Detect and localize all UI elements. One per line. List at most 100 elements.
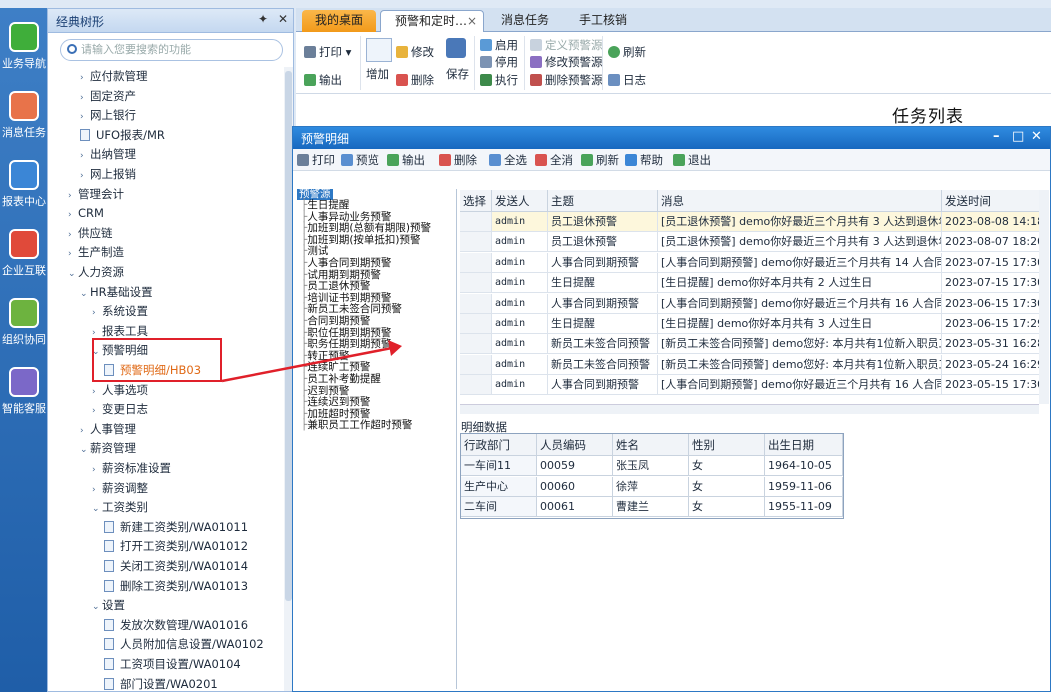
save-button[interactable]: 保存 (446, 66, 469, 82)
tree-item[interactable]: 打开工资类别/WA01012 (104, 537, 248, 555)
tree-item[interactable]: › 人事选项 (92, 381, 148, 399)
tree-item[interactable]: › 生产制造 (68, 243, 124, 261)
grid-cell[interactable] (460, 293, 492, 314)
pin-icon[interactable]: ✦ (258, 12, 268, 26)
grid-header-cell[interactable]: 消息 (658, 190, 942, 212)
warning-source-item[interactable]: ├新员工未签合同预警 (301, 304, 402, 315)
grid-cell[interactable] (460, 232, 492, 253)
dialog-tool-button[interactable]: 全消 (535, 152, 573, 168)
tree-item[interactable]: › 网上报销 (80, 165, 136, 183)
warning-source-item[interactable]: ├职务任期到期预警 (301, 339, 391, 350)
grid-cell[interactable] (460, 314, 492, 334)
dialog-tool-button[interactable]: 预览 (341, 152, 379, 168)
warning-source-item[interactable]: ├人事异动业务预警 (301, 211, 391, 223)
disable-button[interactable]: 停用 (480, 54, 518, 70)
warning-source-item[interactable]: ├加班到期(总额有期限)预警 (301, 223, 431, 234)
modify-source-button[interactable]: 修改预警源 (530, 54, 603, 70)
tree-item[interactable]: › 网上银行 (80, 106, 136, 124)
dialog-tool-button[interactable]: 全选 (489, 152, 527, 168)
export-button[interactable]: 输出 (304, 72, 342, 88)
grid-header-cell[interactable]: 选择 (460, 190, 492, 212)
dialog-tool-button[interactable]: 帮助 (625, 152, 663, 168)
tree-item[interactable]: › 出纳管理 (80, 145, 136, 163)
tree-scroll-thumb[interactable] (285, 71, 292, 601)
tree-item[interactable]: 新建工资类别/WA01011 (104, 518, 248, 536)
grid-cell[interactable] (460, 354, 492, 375)
grid-cell[interactable] (460, 273, 492, 294)
warning-source-item[interactable]: ├试用期到期预警 (301, 269, 381, 281)
log-button[interactable]: 日志 (608, 72, 646, 88)
add-button[interactable]: 增加 (366, 66, 389, 82)
tree-item[interactable]: › 系统设置 (92, 302, 148, 320)
dialog-tool-button[interactable]: 打印 (297, 152, 335, 168)
grid-cell[interactable] (460, 334, 492, 355)
grid-cell[interactable] (460, 252, 492, 273)
nav-button[interactable]: 消息任务 (0, 87, 47, 151)
grid-header-cell[interactable]: 发送时间 (942, 190, 1039, 212)
warning-source-item[interactable]: ├兼职员工工作超时预警 (301, 420, 412, 431)
save-icon[interactable] (446, 38, 466, 58)
tree-item[interactable]: › 变更日志 (92, 400, 148, 418)
tree-item[interactable]: UFO报表/MR (80, 126, 165, 144)
tree-item[interactable]: › 人事管理 (80, 420, 136, 438)
tree-item[interactable]: 部门设置/WA0201 (104, 675, 218, 692)
nav-button[interactable]: 企业互联 (0, 225, 47, 289)
warning-source-item[interactable]: ├测试 (301, 246, 328, 257)
close-icon[interactable]: ✕ (278, 12, 288, 26)
grid-cell[interactable] (460, 212, 492, 232)
tab-warning[interactable]: 预警和定时… × (380, 10, 484, 32)
warning-source-item[interactable]: ├迟到预警 (301, 385, 349, 397)
tree-item[interactable]: 删除工资类别/WA01013 (104, 577, 248, 595)
close-icon[interactable]: ✕ (1031, 129, 1042, 144)
tree-item[interactable]: 发放次数管理/WA01016 (104, 616, 248, 634)
dialog-tool-button[interactable]: 退出 (673, 152, 711, 168)
tree-item[interactable]: 人员附加信息设置/WA0102 (104, 635, 264, 653)
tab-my-desktop[interactable]: 我的桌面 (302, 10, 376, 32)
dialog-tool-button[interactable]: 删除 (439, 152, 477, 168)
tab-manual-writeoff[interactable]: 手工核销 (566, 10, 640, 32)
tree-item[interactable]: 工资项目设置/WA0104 (104, 655, 241, 673)
search-input[interactable]: 请输入您要搜索的功能 (60, 39, 283, 61)
edit-button[interactable]: 修改 (396, 44, 434, 60)
tree-item[interactable]: › CRM (68, 204, 104, 222)
nav-button[interactable]: 组织协同 (0, 294, 47, 358)
warning-source-item[interactable]: ├连续迟到预警 (301, 397, 370, 408)
nav-button[interactable]: 报表中心 (0, 156, 47, 220)
dialog-tool-button[interactable]: 输出 (387, 152, 425, 168)
grid-horizontal-scrollbar[interactable] (460, 404, 1039, 414)
tree-item[interactable]: › 应付款管理 (80, 67, 148, 85)
dialog-tool-button[interactable]: 刷新 (581, 152, 619, 168)
warning-source-item[interactable]: ├员工补考勤提醒 (301, 374, 381, 385)
tree-item[interactable]: › 固定资产 (80, 87, 136, 105)
delete-button[interactable]: 删除 (396, 72, 434, 88)
print-button[interactable]: 打印 ▾ (304, 44, 351, 60)
grid-header-cell[interactable]: 发送人 (492, 190, 548, 212)
refresh-button[interactable]: 刷新 (608, 44, 646, 60)
warning-source-item[interactable]: ├合同到期预警 (301, 316, 370, 327)
tree-item[interactable]: › 供应链 (68, 224, 113, 242)
grid-cell[interactable] (460, 375, 492, 396)
nav-button[interactable]: 业务导航 (0, 18, 47, 82)
add-icon[interactable] (366, 38, 392, 62)
tree-item[interactable]: › 薪资调整 (92, 479, 148, 497)
tab-close-icon[interactable]: × (467, 11, 477, 32)
delete-source-button[interactable]: 删除预警源 (530, 72, 603, 88)
tree-item[interactable]: › 管理会计 (68, 185, 124, 203)
tree-item[interactable]: ⌄ 人力资源 (68, 263, 124, 281)
warning-source-item[interactable]: ├连续旷工预警 (301, 362, 370, 373)
tree-item[interactable]: ⌄ 设置 (92, 596, 125, 614)
tree-item[interactable]: › 薪资标准设置 (92, 459, 171, 477)
enable-button[interactable]: 启用 (480, 37, 518, 53)
warning-source-item[interactable]: ├职位任期到期预警 (301, 327, 391, 339)
grid-vertical-scrollbar[interactable] (1039, 190, 1049, 404)
tree-item[interactable]: ⌄ 工资类别 (92, 498, 148, 516)
dialog-titlebar[interactable]: 预警明细 – □ ✕ (293, 127, 1050, 149)
warning-source-item[interactable]: ├人事合同到期预警 (301, 258, 391, 269)
define-source-button[interactable]: 定义预警源 (530, 37, 603, 53)
minimize-icon[interactable]: – (993, 129, 1000, 144)
maximize-icon[interactable]: □ (1012, 129, 1024, 144)
tree-item[interactable]: 关闭工资类别/WA01014 (104, 557, 248, 575)
warning-source-item[interactable]: ├员工退休预警 (301, 281, 370, 292)
execute-button[interactable]: 执行 (480, 72, 518, 88)
grid-header-cell[interactable]: 主题 (548, 190, 658, 212)
